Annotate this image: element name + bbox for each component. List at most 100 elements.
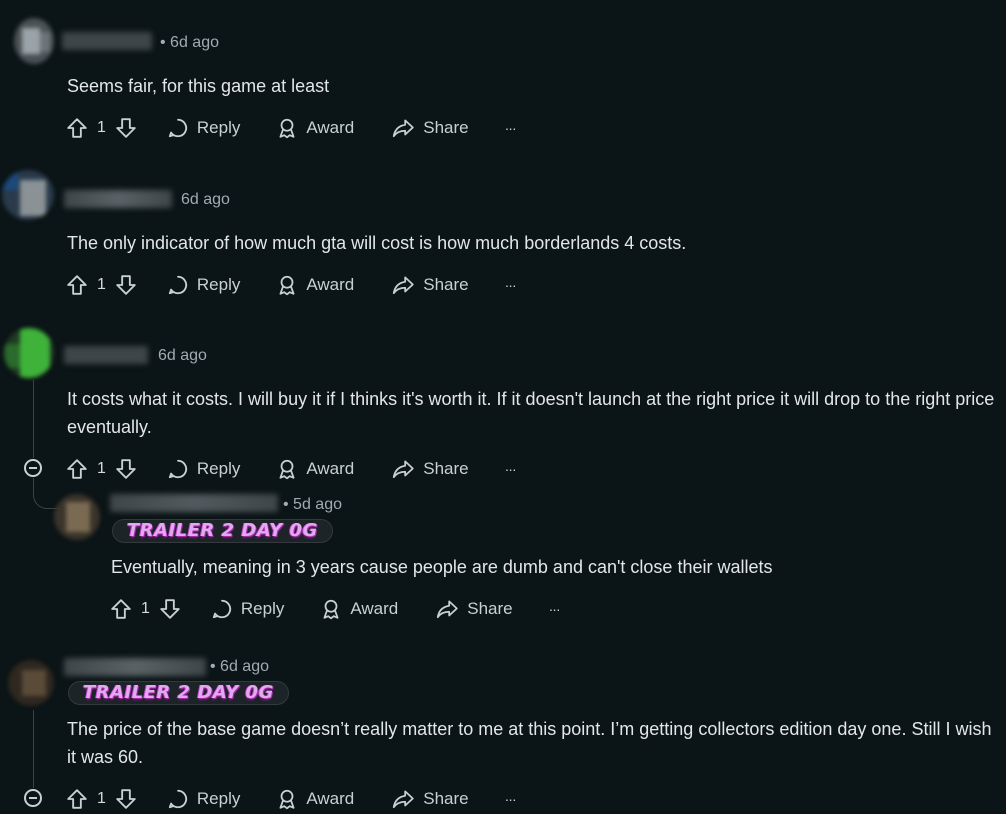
reply-button[interactable]: Reply [167,274,240,296]
share-label: Share [423,789,469,808]
comment-actions: 1 Reply Award Share ··· [110,594,561,624]
award-button[interactable]: Award [276,274,354,296]
reply-button[interactable]: Reply [167,788,240,810]
share-label: Share [423,275,469,294]
reply-icon [212,599,231,619]
reply-button[interactable]: Reply [211,598,284,620]
award-icon [279,459,295,480]
reply-label: Reply [196,275,241,294]
comment-body: The only indicator of how much gta will … [67,233,687,253]
share-label: Share [467,599,513,618]
more-options-icon: ··· [548,601,561,617]
award-label: Award [306,118,355,137]
award-button[interactable]: Award [276,788,354,810]
username-redacted[interactable] [64,190,172,208]
downvote-icon[interactable] [115,458,137,480]
vote-group: 1 [110,598,181,620]
upvote-count: 1 [97,276,106,293]
more-options-icon: ··· [504,277,517,293]
share-button[interactable]: Share [391,274,469,296]
upvote-icon[interactable] [66,788,88,810]
username-redacted[interactable] [64,346,148,364]
upvote-icon[interactable] [66,274,88,296]
upvote-count: 1 [97,119,106,136]
downvote-icon[interactable] [115,788,137,810]
vote-group: 1 [66,788,137,810]
collapse-thread-button[interactable] [24,459,42,477]
award-button[interactable]: Award [320,598,398,620]
reply-button[interactable]: Reply [167,458,240,480]
award-label: Award [306,789,355,808]
comment-timestamp: 6d ago [181,191,230,208]
vote-group: 1 [66,117,137,139]
avatar[interactable] [54,494,100,540]
user-flair: TRAILER 2 DAY 0G [112,519,333,543]
share-button[interactable]: Share [435,598,513,620]
more-options-button[interactable]: ··· [504,791,517,807]
username-redacted[interactable] [62,32,152,50]
reply-label: Reply [196,789,241,808]
award-button[interactable]: Award [276,117,354,139]
comment-body: Seems fair, for this game at least [67,76,330,96]
comment-actions: 1 Reply Award Share ··· [66,113,517,143]
vote-group: 1 [66,458,137,480]
award-button[interactable]: Award [276,458,354,480]
more-options-button[interactable]: ··· [504,461,517,477]
vote-group: 1 [66,274,137,296]
award-icon [279,275,295,296]
share-button[interactable]: Share [391,117,469,139]
share-label: Share [423,118,469,137]
award-label: Award [306,459,355,478]
reply-icon [168,118,187,138]
share-icon [393,119,414,138]
share-icon [437,600,458,619]
comment-body: Eventually, meaning in 3 years cause peo… [111,557,773,577]
downvote-icon[interactable] [159,598,181,620]
comment-body: It costs what it costs. I will buy it if… [67,389,995,437]
downvote-icon[interactable] [115,117,137,139]
upvote-icon[interactable] [110,598,132,620]
share-button[interactable]: Share [391,788,469,810]
comment-actions: 1 Reply Award Share ··· [66,454,517,484]
share-icon [393,790,414,809]
downvote-icon[interactable] [115,274,137,296]
avatar[interactable] [2,170,54,220]
comment-timestamp: • 6d ago [210,658,269,675]
reply-label: Reply [196,459,241,478]
more-options-icon: ··· [504,791,517,807]
avatar[interactable] [14,18,54,64]
comment-timestamp: • 6d ago [160,34,219,51]
award-icon [279,789,295,810]
award-icon [323,599,339,620]
award-label: Award [306,275,355,294]
comment-timestamp: 6d ago [158,347,207,364]
username-redacted[interactable] [64,658,206,676]
comment-body: The price of the base game doesn’t reall… [67,719,992,767]
reply-icon [168,459,187,479]
reply-icon [168,275,187,295]
reply-icon [168,789,187,809]
avatar[interactable] [8,660,54,706]
username-redacted[interactable] [110,494,278,512]
share-icon [393,460,414,479]
thread-line [33,380,34,458]
thread-line [33,710,34,788]
reply-button[interactable]: Reply [167,117,240,139]
share-label: Share [423,459,469,478]
more-options-button[interactable]: ··· [504,120,517,136]
more-options-button[interactable]: ··· [504,277,517,293]
user-flair: TRAILER 2 DAY 0G [68,681,289,705]
avatar[interactable] [4,328,54,378]
reply-label: Reply [240,599,285,618]
upvote-icon[interactable] [66,117,88,139]
share-button[interactable]: Share [391,458,469,480]
more-options-button[interactable]: ··· [548,601,561,617]
upvote-count: 1 [97,460,106,477]
upvote-icon[interactable] [66,458,88,480]
collapse-thread-button[interactable] [24,789,42,807]
award-label: Award [350,599,399,618]
award-icon [279,118,295,139]
more-options-icon: ··· [504,120,517,136]
more-options-icon: ··· [504,461,517,477]
share-icon [393,276,414,295]
